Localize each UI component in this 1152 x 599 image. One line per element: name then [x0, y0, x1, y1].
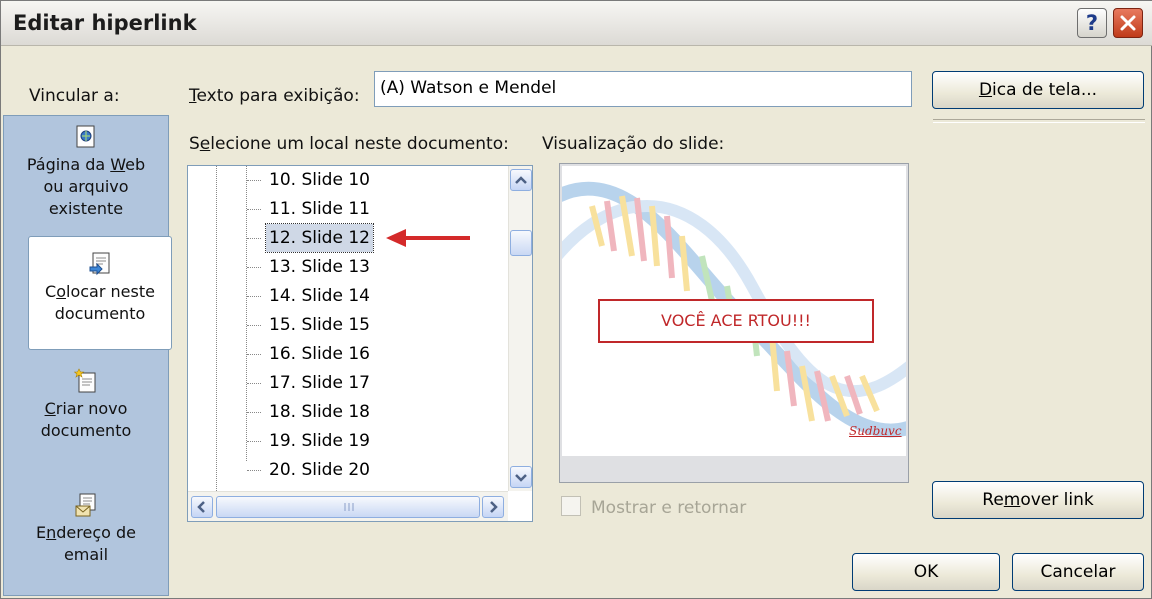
display-text-input[interactable]: (A) Watson e Mendel: [374, 71, 912, 107]
tree-item-slide-11[interactable]: 11. Slide 11: [266, 195, 373, 223]
scroll-up-button[interactable]: [510, 169, 532, 191]
place-email-address[interactable]: Endereço de email: [4, 492, 168, 566]
tree-connector: [247, 470, 261, 471]
dialog-title: Editar hiperlink: [13, 11, 197, 35]
ok-button[interactable]: OK: [852, 553, 1000, 591]
tree-item-slide-13[interactable]: 13. Slide 13: [266, 253, 373, 281]
place-in-document-icon: [89, 252, 110, 276]
tree-horizontal-scrollbar[interactable]: [188, 491, 508, 521]
scroll-right-button[interactable]: [482, 496, 504, 518]
tree-guide-line: [216, 166, 217, 491]
horizontal-scroll-thumb[interactable]: [216, 496, 480, 518]
edit-hyperlink-dialog: Editar hiperlink ? Vincular a: Página da…: [0, 0, 1152, 599]
close-button[interactable]: [1113, 8, 1143, 38]
chevron-right-icon: [490, 501, 498, 513]
slide-main-text: VOCÊ ACE RTOU!!!: [598, 299, 874, 343]
remove-link-button[interactable]: Remover link: [932, 481, 1144, 519]
email-address-icon: [75, 493, 96, 517]
web-page-icon: [76, 125, 95, 148]
tree-connector: [247, 238, 261, 239]
slide-preview: VOCÊ ACE RTOU!!! Sudbuvc: [559, 163, 909, 483]
slide-signature: Sudbuvc: [849, 424, 902, 438]
red-arrow-annotation: [386, 229, 470, 247]
tree-item-slide-18[interactable]: 18. Slide 18: [266, 398, 373, 426]
tree-item-slide-19[interactable]: 19. Slide 19: [266, 427, 373, 455]
tree-connector: [247, 267, 261, 268]
tree-connector: [247, 354, 261, 355]
place-create-new-document[interactable]: Criar novo documento: [4, 368, 168, 442]
link-to-bar: Página da Web ou arquivo existente Coloc…: [3, 115, 172, 596]
cancel-button[interactable]: Cancelar: [1012, 553, 1144, 591]
show-and-return-checkbox[interactable]: [561, 496, 581, 516]
chevron-down-icon: [515, 474, 527, 482]
slide-thumbnail: VOCÊ ACE RTOU!!! Sudbuvc: [562, 166, 906, 456]
place-in-this-document[interactable]: Colocar neste documento: [28, 236, 172, 350]
display-text-label: Texto para exibição:: [189, 86, 360, 106]
tree-guide-line: [246, 166, 247, 461]
show-and-return-label: Mostrar e retornar: [591, 498, 747, 518]
new-document-icon: [74, 368, 96, 393]
tree-connector: [247, 383, 261, 384]
chevron-left-icon: [197, 501, 205, 513]
tree-item-slide-20[interactable]: 20. Slide 20: [266, 456, 373, 484]
slide-preview-label: Visualização do slide:: [542, 134, 725, 154]
tree-vertical-scrollbar[interactable]: [508, 166, 532, 491]
grip-icon: [344, 503, 354, 511]
separator: [933, 119, 1145, 123]
tree-item-slide-10[interactable]: 10. Slide 10: [266, 166, 373, 194]
vertical-scroll-thumb[interactable]: [510, 230, 532, 256]
tree-connector: [247, 441, 261, 442]
tree-connector: [247, 325, 261, 326]
chevron-up-icon: [515, 176, 527, 184]
tree-item-slide-17[interactable]: 17. Slide 17: [266, 369, 373, 397]
place-existing-file-or-web-page[interactable]: Página da Web ou arquivo existente: [4, 124, 168, 220]
select-place-label: Selecione um local neste documento:: [189, 134, 509, 154]
link-to-label: Vincular a:: [29, 86, 120, 106]
scroll-down-button[interactable]: [510, 466, 532, 488]
tree-item-slide-15[interactable]: 15. Slide 15: [266, 311, 373, 339]
tree-connector: [247, 180, 261, 181]
screentip-button[interactable]: Dica de tela...: [932, 71, 1144, 109]
tree-connector: [247, 412, 261, 413]
tree-connector: [247, 209, 261, 210]
scroll-left-button[interactable]: [191, 496, 213, 518]
document-places-tree[interactable]: 10. Slide 10 11. Slide 11 12. Slide 12 1…: [187, 165, 533, 522]
tree-item-slide-12[interactable]: 12. Slide 12: [265, 223, 374, 253]
tree-connector: [247, 296, 261, 297]
tree-item-slide-14[interactable]: 14. Slide 14: [266, 282, 373, 310]
title-bar: Editar hiperlink ?: [1, 1, 1152, 46]
tree-item-slide-16[interactable]: 16. Slide 16: [266, 340, 373, 368]
close-icon: [1120, 15, 1136, 31]
help-button[interactable]: ?: [1077, 8, 1107, 38]
